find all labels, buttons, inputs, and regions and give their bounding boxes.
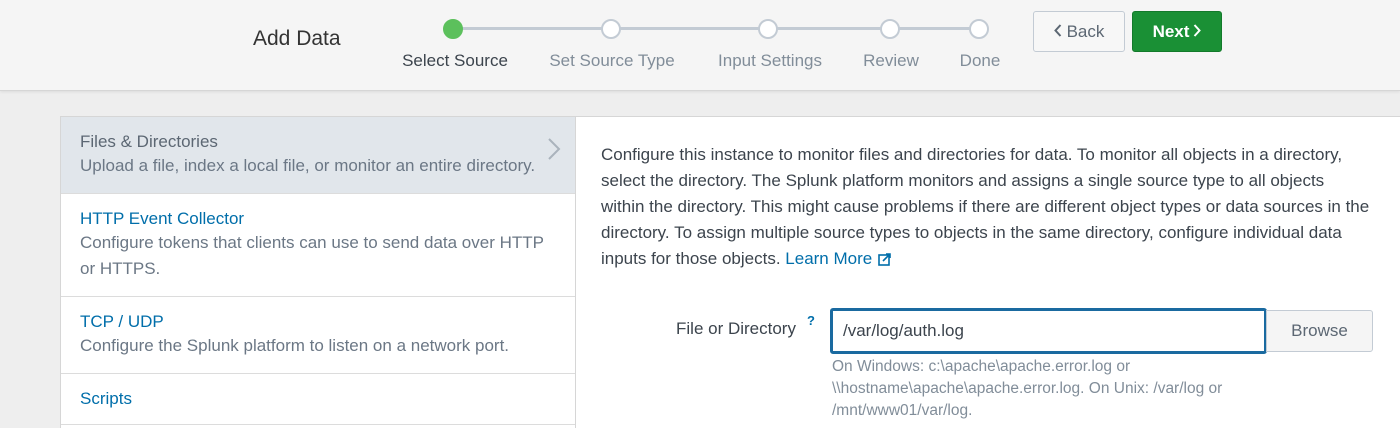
step-label-review: Review: [863, 51, 919, 70]
step-dot-select-source: [443, 19, 463, 39]
source-item-name: TCP / UDP: [80, 312, 164, 331]
source-detail-panel: Configure this instance to monitor files…: [575, 116, 1400, 428]
chevron-right-icon: [1193, 23, 1202, 40]
step-label-set-source-type: Set Source Type: [549, 51, 675, 70]
back-button-label: Back: [1066, 21, 1105, 41]
browse-button[interactable]: Browse: [1266, 310, 1373, 352]
file-path-help-text: On Windows: c:\apache\apache.error.log o…: [832, 358, 1223, 419]
next-button[interactable]: Next: [1132, 11, 1222, 52]
step-label-input-settings: Input Settings: [718, 51, 822, 70]
step-dot-input-settings: [758, 19, 778, 39]
wizard-progress: Select Source Set Source Type Input Sett…: [0, 0, 1020, 91]
source-item-name: Files & Directories: [80, 132, 218, 151]
file-or-directory-input[interactable]: [830, 308, 1267, 354]
file-or-directory-label: File or Directory: [676, 319, 796, 338]
chevron-left-icon: [1053, 23, 1062, 40]
source-description: Configure this instance to monitor files…: [601, 142, 1371, 274]
step-label-select-source: Select Source: [402, 51, 508, 70]
step-dot-set-source-type: [601, 19, 621, 39]
add-data-header: Add Data Select Source Set Source Type I…: [0, 0, 1400, 91]
source-item-description: Upload a file, index a local file, or mo…: [80, 156, 536, 175]
step-dot-review: [880, 19, 900, 39]
source-list: Files & Directories Upload a file, index…: [60, 116, 575, 428]
source-item-http-event-collector[interactable]: HTTP Event Collector Configure tokens th…: [61, 194, 575, 297]
source-item-tcp-udp[interactable]: TCP / UDP Configure the Splunk platform …: [61, 297, 575, 374]
chevron-right-icon: [547, 137, 561, 161]
back-button[interactable]: Back: [1033, 11, 1125, 52]
source-item-name: HTTP Event Collector: [80, 209, 245, 228]
step-dot-done: [969, 19, 989, 39]
help-question-icon[interactable]: ?: [807, 313, 815, 328]
description-text: Configure this instance to monitor files…: [601, 145, 1370, 268]
wizard-track: [454, 27, 980, 30]
source-item-description: Configure tokens that clients can use to…: [80, 233, 544, 278]
next-button-label: Next: [1152, 21, 1190, 41]
learn-more-label: Learn More: [785, 249, 873, 268]
external-link-icon: [878, 248, 892, 274]
step-label-done: Done: [959, 51, 1001, 70]
learn-more-link[interactable]: Learn More: [785, 249, 892, 268]
source-item-scripts[interactable]: Scripts: [61, 374, 575, 425]
source-item-files-directories[interactable]: Files & Directories Upload a file, index…: [61, 117, 575, 194]
source-item-name: Scripts: [80, 389, 132, 408]
source-item-description: Configure the Splunk platform to listen …: [80, 336, 510, 355]
